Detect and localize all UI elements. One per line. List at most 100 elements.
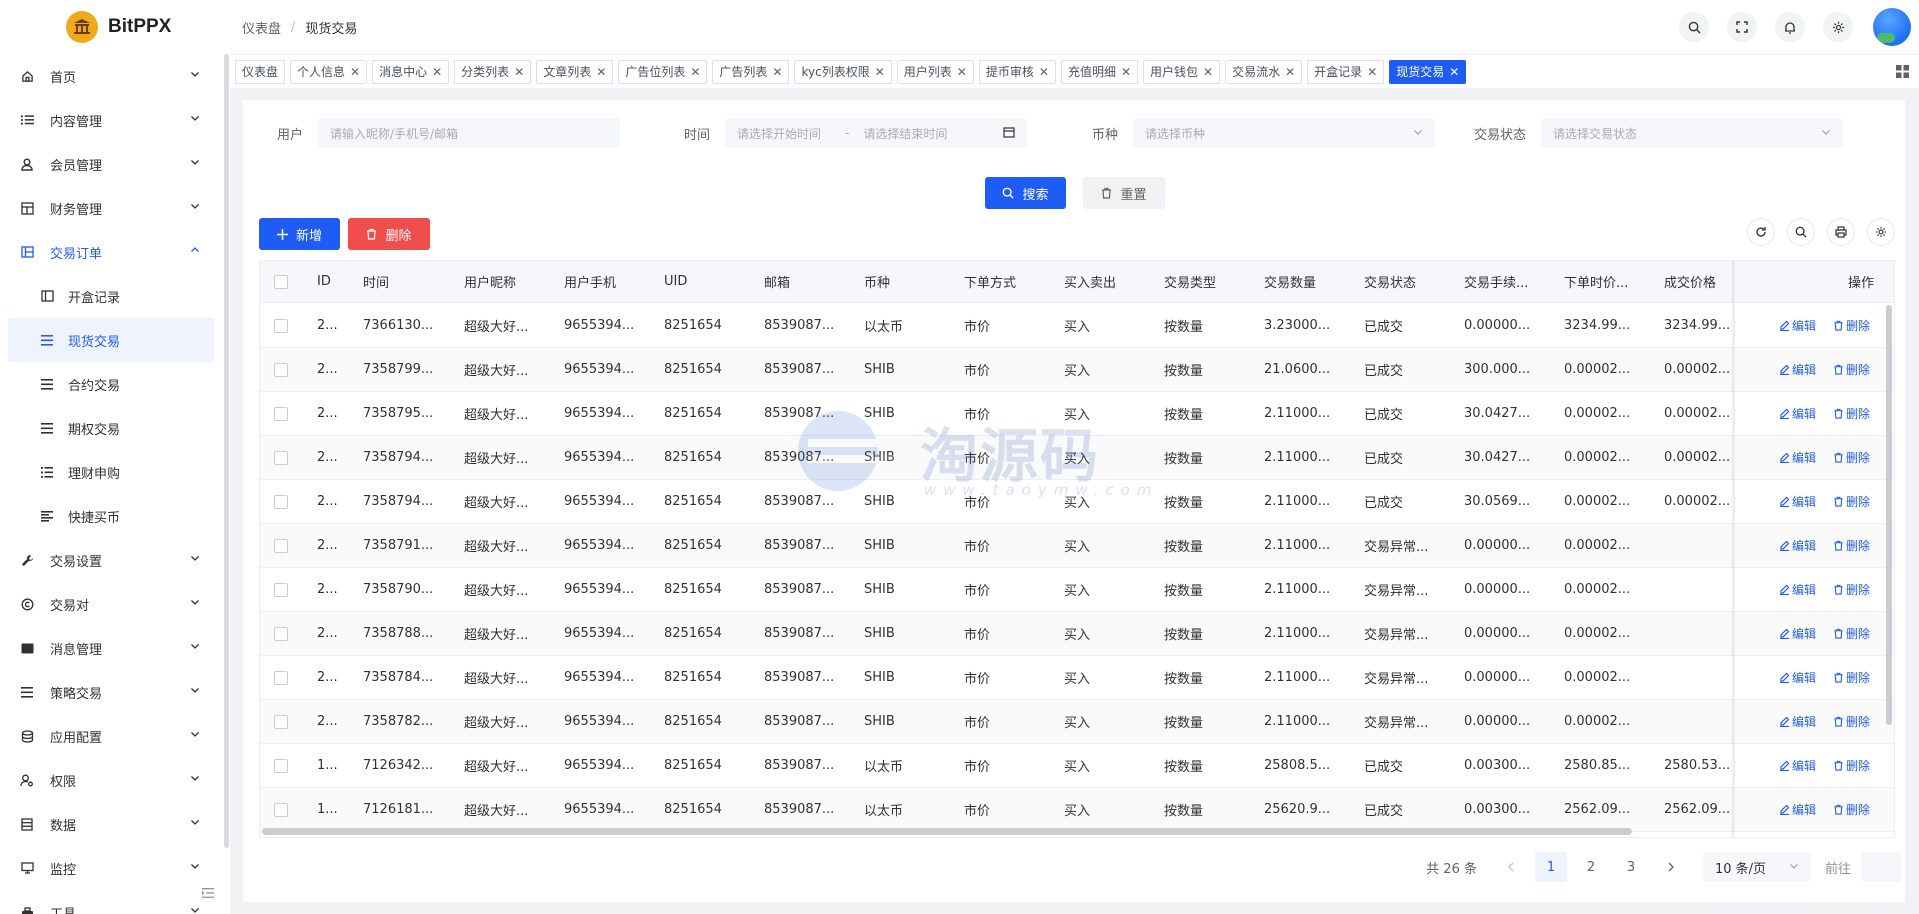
sidebar-item-trade-orders[interactable]: 交易订单: [0, 230, 222, 274]
edit-button[interactable]: 编辑: [1779, 700, 1816, 743]
row-delete-button[interactable]: 删除: [1833, 788, 1870, 831]
table-row[interactable]: 2... 7366130... 超级大好... 9655394... 8251654 85…: [260, 304, 1894, 348]
close-icon[interactable]: ✕: [514, 65, 524, 79]
row-delete-button[interactable]: 删除: [1833, 656, 1870, 699]
edit-button[interactable]: 编辑: [1779, 348, 1816, 391]
row-checkbox[interactable]: [274, 670, 288, 685]
tab-article-list[interactable]: 文章列表 ✕: [536, 59, 614, 84]
tab-profile[interactable]: 个人信息 ✕: [290, 59, 368, 84]
tab-deposit-details[interactable]: 充值明细 ✕: [1060, 59, 1139, 84]
edit-button[interactable]: 编辑: [1779, 304, 1816, 347]
table-row[interactable]: 2... 7358788... 超级大好... 9655394... 8251654 85…: [260, 612, 1894, 656]
table-row[interactable]: 2... 7358794... 超级大好... 9655394... 8251654 85…: [260, 480, 1894, 524]
row-delete-button[interactable]: 删除: [1833, 612, 1870, 655]
table-row[interactable]: 2... 7358799... 超级大好... 9655394... 8251654 85…: [260, 348, 1894, 392]
row-checkbox[interactable]: [274, 582, 288, 597]
close-icon[interactable]: ✕: [432, 65, 442, 79]
sidebar-item-members[interactable]: 会员管理: [0, 142, 222, 186]
tab-ad-list[interactable]: 广告列表 ✕: [712, 59, 790, 84]
table-row[interactable]: 2... 7358794... 超级大好... 9655394... 8251654 85…: [260, 436, 1894, 480]
sidebar-item-data[interactable]: 数据: [0, 802, 222, 846]
tab-spot-trading[interactable]: 现货交易 ✕: [1389, 59, 1467, 84]
close-icon[interactable]: ✕: [957, 65, 967, 79]
tab-user-list[interactable]: 用户列表 ✕: [896, 59, 974, 84]
row-checkbox[interactable]: [274, 494, 288, 509]
edit-button[interactable]: 编辑: [1779, 568, 1816, 611]
jump-page-input[interactable]: [1861, 852, 1901, 882]
close-icon[interactable]: ✕: [1203, 65, 1213, 79]
tab-category-list[interactable]: 分类列表 ✕: [454, 59, 532, 84]
sidebar-item-box-records[interactable]: 开盒记录: [0, 274, 222, 318]
tab-message-center[interactable]: 消息中心 ✕: [372, 59, 450, 84]
sidebar-item-trade-settings[interactable]: 交易设置: [0, 538, 222, 582]
row-delete-button[interactable]: 删除: [1833, 744, 1870, 787]
next-page-icon[interactable]: [1655, 852, 1687, 882]
search-icon[interactable]: [1787, 218, 1815, 246]
fullscreen-icon[interactable]: [1727, 12, 1757, 42]
grid-menu-icon[interactable]: [1896, 65, 1909, 78]
row-checkbox[interactable]: [274, 362, 288, 377]
sidebar-item-trading-pairs[interactable]: 交易对: [0, 582, 222, 626]
refresh-icon[interactable]: [1747, 218, 1775, 246]
gear-icon[interactable]: [1867, 218, 1895, 246]
row-checkbox[interactable]: [274, 626, 288, 641]
add-button[interactable]: 新增: [259, 218, 340, 250]
sidebar-item-finance[interactable]: 财务管理: [0, 186, 222, 230]
close-icon[interactable]: ✕: [1449, 65, 1459, 79]
tab-dashboard[interactable]: 仪表盘: [235, 59, 286, 84]
sidebar-item-spot-trading[interactable]: 现货交易: [8, 318, 214, 362]
row-checkbox[interactable]: [274, 802, 288, 817]
user-search-input[interactable]: 请输入昵称/手机号/邮箱: [318, 118, 620, 148]
row-delete-button[interactable]: 删除: [1833, 524, 1870, 567]
close-icon[interactable]: ✕: [1285, 65, 1295, 79]
prev-page-icon[interactable]: [1495, 852, 1527, 882]
table-horizontal-scrollbar[interactable]: [262, 828, 1632, 835]
row-delete-button[interactable]: 删除: [1833, 568, 1870, 611]
search-icon[interactable]: [1679, 12, 1709, 42]
table-row[interactable]: 1... 7126181... 超级大好... 9655394... 8251654 85…: [260, 788, 1894, 832]
close-icon[interactable]: ✕: [1367, 65, 1377, 79]
row-delete-button[interactable]: 删除: [1833, 480, 1870, 523]
coin-select[interactable]: 请选择币种: [1133, 118, 1435, 148]
table-row[interactable]: 2... 7358795... 超级大好... 9655394... 8251654 85…: [260, 392, 1894, 436]
close-icon[interactable]: ✕: [690, 65, 700, 79]
tab-trade-flow[interactable]: 交易流水 ✕: [1225, 59, 1303, 84]
row-delete-button[interactable]: 删除: [1833, 700, 1870, 743]
sidebar-item-tools[interactable]: 工具: [0, 890, 222, 914]
sidebar-item-quick-buy[interactable]: 快捷买币: [0, 494, 222, 538]
batch-delete-button[interactable]: 删除: [348, 218, 430, 250]
close-icon[interactable]: ✕: [596, 65, 606, 79]
page-number[interactable]: 2: [1575, 852, 1607, 882]
row-checkbox[interactable]: [274, 318, 288, 333]
row-delete-button[interactable]: 删除: [1833, 304, 1870, 347]
edit-button[interactable]: 编辑: [1779, 788, 1816, 831]
tab-kyc-list[interactable]: kyc列表权限 ✕: [794, 59, 892, 84]
search-button[interactable]: 搜索: [985, 177, 1066, 209]
edit-button[interactable]: 编辑: [1779, 744, 1816, 787]
edit-button[interactable]: 编辑: [1779, 524, 1816, 567]
row-delete-button[interactable]: 删除: [1833, 392, 1870, 435]
status-select[interactable]: 请选择交易状态: [1541, 118, 1843, 148]
select-all-checkbox[interactable]: [274, 274, 288, 289]
close-icon[interactable]: ✕: [350, 65, 360, 79]
sidebar-item-wealth-subscription[interactable]: 理财申购: [0, 450, 222, 494]
edit-button[interactable]: 编辑: [1779, 392, 1816, 435]
gear-icon[interactable]: [1823, 12, 1853, 42]
row-checkbox[interactable]: [274, 714, 288, 729]
edit-button[interactable]: 编辑: [1779, 480, 1816, 523]
close-icon[interactable]: ✕: [1121, 65, 1131, 79]
row-delete-button[interactable]: 删除: [1833, 436, 1870, 479]
page-number[interactable]: 1: [1534, 852, 1567, 882]
row-delete-button[interactable]: 删除: [1833, 348, 1870, 391]
table-row[interactable]: 2... 7358784... 超级大好... 9655394... 8251654 85…: [260, 656, 1894, 700]
table-row[interactable]: 2... 7358790... 超级大好... 9655394... 8251654 85…: [260, 568, 1894, 612]
sidebar-item-app-config[interactable]: 应用配置: [0, 714, 222, 758]
table-row[interactable]: 1... 7126342... 超级大好... 9655394... 8251654 85…: [260, 744, 1894, 788]
collapse-sidebar-icon[interactable]: [202, 888, 214, 898]
bell-icon[interactable]: [1775, 12, 1805, 42]
sidebar-item-content[interactable]: 内容管理: [0, 98, 222, 142]
brand[interactable]: BitPPX: [0, 0, 230, 54]
tab-box-records[interactable]: 开盒记录 ✕: [1307, 59, 1385, 84]
edit-button[interactable]: 编辑: [1779, 612, 1816, 655]
close-icon[interactable]: ✕: [875, 65, 885, 79]
